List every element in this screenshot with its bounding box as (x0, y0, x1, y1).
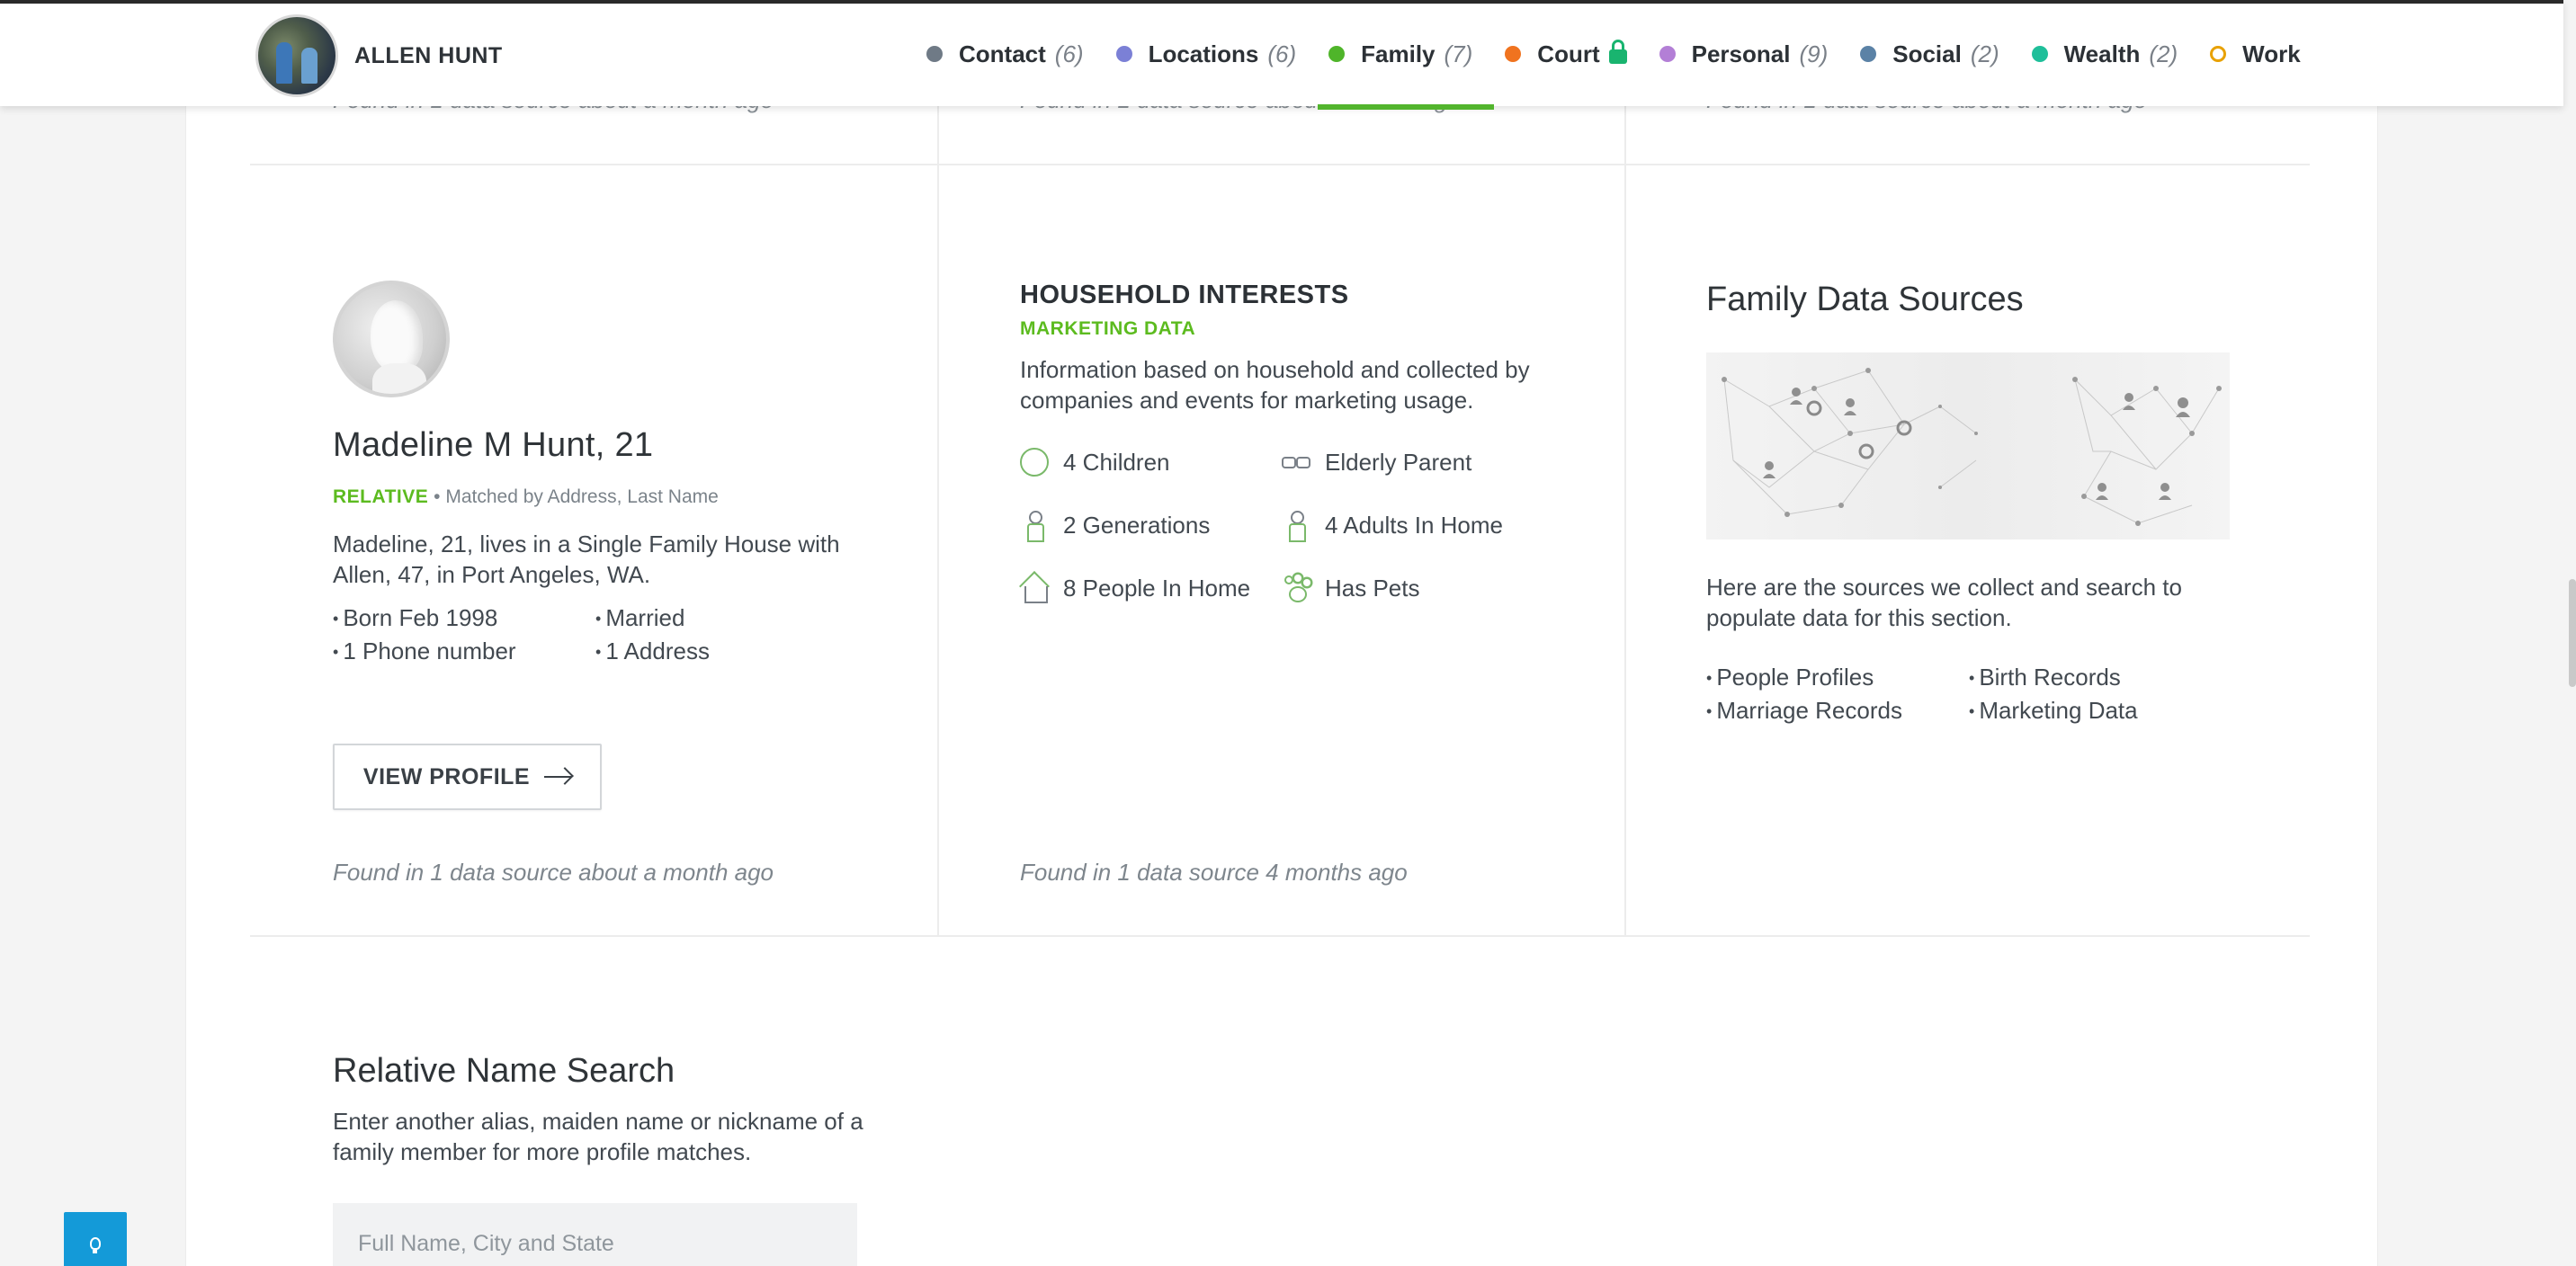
relative-avatar[interactable] (333, 281, 450, 397)
nav-label: Family (1361, 40, 1436, 67)
interest-label: 4 Adults In Home (1325, 511, 1503, 539)
source-item: Birth Records (1969, 664, 2232, 691)
adult-icon (1282, 511, 1310, 542)
nav-court[interactable]: Court (1505, 34, 1627, 74)
household-description: Information based on household and colle… (1020, 356, 1530, 414)
nav-count: (6) (1054, 40, 1084, 67)
nav-personal[interactable]: Personal (9) (1659, 34, 1829, 74)
work-dot-icon (2210, 46, 2227, 62)
household-subtitle: MARKETING DATA (1020, 318, 1196, 339)
court-dot-icon (1505, 46, 1522, 62)
nav-label: Court (1537, 40, 1600, 67)
found-note: Found in 1 data source 4 months ago (1020, 859, 1408, 886)
nav-work[interactable]: Work (2210, 34, 2301, 74)
fact-item: 1 Address (595, 637, 858, 665)
interest-item: 4 Adults In Home (1282, 511, 1503, 542)
family-dot-icon (1328, 46, 1346, 62)
generations-icon (1020, 511, 1049, 542)
house-icon (1020, 574, 1049, 603)
interest-item: 8 People In Home (1020, 574, 1251, 603)
interest-label: Elderly Parent (1325, 448, 1472, 476)
social-dot-icon (1860, 46, 1877, 62)
found-note: Found in 1 data source about a month ago (333, 859, 774, 886)
nav-label: Wealth (2063, 40, 2141, 67)
sources-description: Here are the sources we collect and sear… (1706, 574, 2182, 631)
nav-count: (7) (1444, 40, 1473, 67)
relative-tags: RELATIVE • Matched by Address, Last Name (333, 486, 719, 508)
nav-count: (2) (1970, 40, 1999, 67)
nav-wealth[interactable]: Wealth (2) (2031, 34, 2178, 74)
nav-count: (6) (1267, 40, 1297, 67)
source-item: Marketing Data (1969, 697, 2232, 725)
nav-locations[interactable]: Locations (6) (1115, 34, 1297, 74)
interest-label: 2 Generations (1063, 511, 1211, 539)
nav-label: Personal (1691, 40, 1791, 67)
glasses-icon (1282, 448, 1310, 477)
silhouette-head (371, 300, 423, 372)
nav-label: Locations (1148, 40, 1259, 67)
relative-facts: Born Feb 1998 Married 1 Phone number 1 A… (333, 604, 858, 665)
locations-dot-icon (1115, 46, 1132, 62)
interest-label: Has Pets (1325, 574, 1420, 602)
relative-tag: RELATIVE (333, 486, 429, 507)
search-description: Enter another alias, maiden name or nick… (333, 1108, 863, 1165)
divider (250, 164, 2310, 165)
view-profile-button[interactable]: VIEW PROFILE (333, 744, 602, 810)
wealth-dot-icon (2031, 46, 2048, 62)
source-item: People Profiles (1706, 664, 1969, 691)
lock-icon (1608, 40, 1627, 64)
profile-avatar (255, 14, 338, 97)
interest-item: 4 Children (1020, 448, 1170, 477)
fact-item: 1 Phone number (333, 637, 595, 665)
fact-item: Married (595, 604, 858, 632)
nav-social[interactable]: Social (2) (1860, 34, 1999, 74)
match-reason: Matched by Address, Last Name (445, 486, 719, 507)
profile-brand[interactable]: ALLEN HUNT (255, 14, 503, 97)
household-title: HOUSEHOLD INTERESTS (1020, 281, 1349, 309)
divider (937, 106, 939, 935)
lightbulb-icon (90, 1237, 101, 1253)
nav-count: (9) (1799, 40, 1829, 67)
silhouette-shoulders (372, 363, 426, 394)
contact-dot-icon (926, 46, 943, 62)
nav-family[interactable]: Family (7) (1318, 34, 1495, 110)
tips-button[interactable] (64, 1212, 127, 1266)
relative-description: Madeline, 21, lives in a Single Family H… (333, 530, 840, 588)
top-navigation-bar: ALLEN HUNT Contact (6) Locations (6) Fam… (0, 0, 2563, 110)
network-illustration (1706, 352, 2230, 539)
interest-item: Has Pets (1282, 574, 1420, 602)
personal-dot-icon (1659, 46, 1676, 62)
relative-name[interactable]: Madeline M Hunt, 21 (333, 426, 653, 465)
interest-item: Elderly Parent (1282, 448, 1471, 477)
scrollbar-thumb[interactable] (2569, 579, 2576, 687)
search-title: Relative Name Search (333, 1052, 675, 1090)
section-nav: Contact (6) Locations (6) Family (7) Cou… (926, 34, 2333, 110)
interest-label: 4 Children (1063, 448, 1170, 476)
divider (1624, 106, 1626, 935)
arrow-right-icon (544, 776, 572, 778)
tag-separator: • (434, 486, 446, 507)
sources-title: Family Data Sources (1706, 281, 2024, 318)
source-item: Marriage Records (1706, 697, 1969, 725)
nav-contact[interactable]: Contact (6) (926, 34, 1084, 74)
paw-icon (1282, 574, 1310, 602)
view-profile-label: VIEW PROFILE (362, 763, 531, 789)
interest-item: 2 Generations (1020, 511, 1211, 542)
fact-item: Born Feb 1998 (333, 604, 595, 632)
children-icon (1020, 448, 1049, 477)
relative-search-input[interactable] (333, 1203, 857, 1266)
profile-name: ALLEN HUNT (354, 42, 503, 68)
interest-label: 8 People In Home (1063, 574, 1251, 602)
divider (250, 935, 2310, 937)
nav-label: Social (1892, 40, 1962, 67)
nav-label: Work (2242, 40, 2301, 67)
nav-label: Contact (959, 40, 1046, 67)
sources-list: People Profiles Birth Records Marriage R… (1706, 664, 2232, 725)
nav-count: (2) (2149, 40, 2178, 67)
network-graph-icon (1722, 368, 2222, 526)
